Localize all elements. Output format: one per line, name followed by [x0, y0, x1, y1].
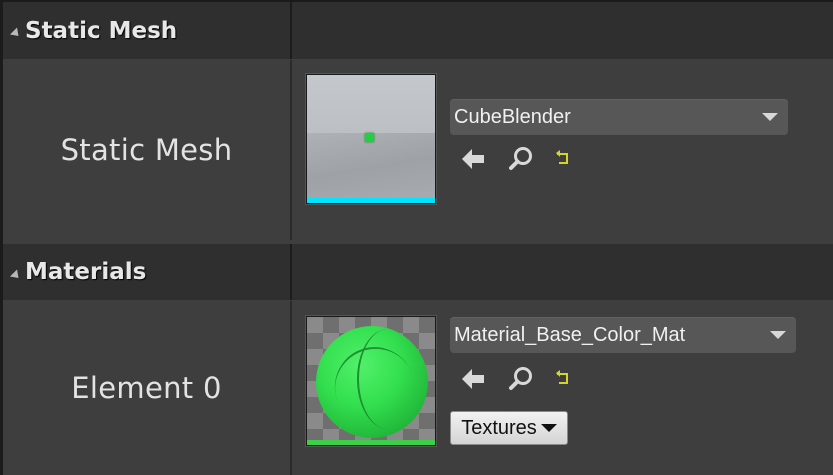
category-header-right	[292, 244, 833, 300]
reset-to-default-icon	[556, 370, 568, 384]
category-header-materials[interactable]: Materials	[3, 244, 833, 300]
browse-asset-button[interactable]	[507, 365, 535, 393]
static-mesh-asset-picker[interactable]: CubeBlender	[450, 99, 788, 135]
asset-type-color-bar	[307, 440, 435, 445]
asset-type-color-bar	[307, 198, 435, 203]
reset-to-default-button[interactable]	[549, 365, 577, 393]
magnifier-icon	[509, 367, 532, 390]
cube-preview	[365, 133, 374, 142]
category-header-static-mesh[interactable]: Static Mesh	[3, 2, 833, 59]
expand-arrow-icon[interactable]	[9, 268, 23, 282]
textures-label: Textures	[461, 416, 537, 439]
column-divider[interactable]	[290, 60, 292, 240]
thumbnail-floor	[307, 133, 435, 203]
textures-dropdown-button[interactable]: Textures	[450, 411, 568, 445]
reset-to-default-button[interactable]	[549, 145, 577, 173]
category-title: Materials	[25, 259, 147, 285]
magnifier-icon	[509, 147, 532, 170]
arrow-left-icon	[462, 369, 484, 389]
chevron-down-icon	[770, 331, 786, 339]
category-header-left: Materials	[3, 244, 290, 300]
material-asset-picker[interactable]: Material_Base_Color_Mat	[450, 317, 796, 353]
asset-name: Material_Base_Color_Mat	[454, 323, 686, 346]
sphere-seam	[357, 329, 419, 429]
material-thumbnail[interactable]	[306, 316, 436, 446]
property-label: Static Mesh	[60, 133, 233, 167]
browse-asset-button[interactable]	[507, 145, 535, 173]
static-mesh-thumbnail[interactable]	[306, 74, 436, 204]
chevron-down-icon	[762, 113, 778, 121]
asset-name: CubeBlender	[454, 105, 571, 128]
category-header-right	[292, 2, 833, 59]
category-header-left: Static Mesh	[3, 2, 290, 59]
expand-arrow-icon[interactable]	[9, 27, 23, 40]
use-selected-asset-button[interactable]	[459, 145, 487, 173]
column-divider[interactable]	[290, 301, 292, 475]
chevron-down-icon	[540, 424, 557, 432]
category-title: Static Mesh	[25, 17, 178, 44]
reset-to-default-icon	[556, 150, 568, 164]
use-selected-asset-button[interactable]	[459, 365, 487, 393]
arrow-left-icon	[462, 149, 484, 169]
property-label: Element 0	[71, 371, 222, 405]
